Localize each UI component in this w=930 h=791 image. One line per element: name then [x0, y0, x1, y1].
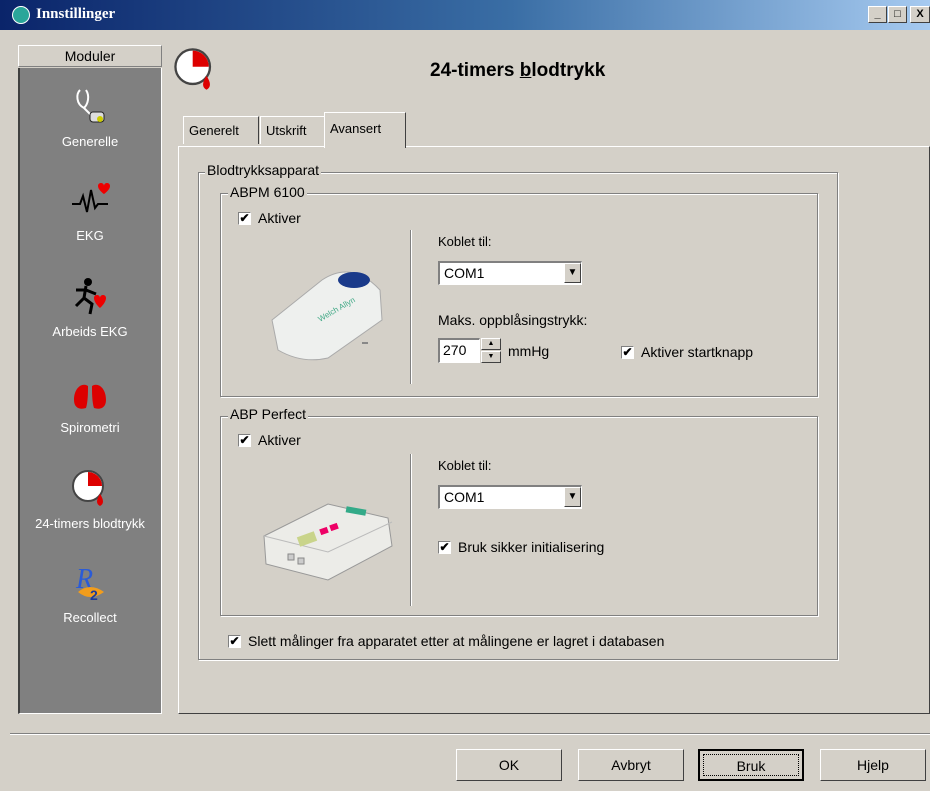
abpm-activate-checkbox[interactable]: ✔: [238, 212, 251, 225]
abpm-startbutton-label: Aktiver startknapp: [641, 344, 754, 360]
page-title: 24-timers blodtrykk: [430, 60, 606, 81]
sidebar-item-label: EKG: [76, 228, 104, 243]
sidebar-item-24-timers-blodtrykk[interactable]: 24-timers blodtrykk: [18, 468, 162, 531]
abpm-device-image: Welch Allyn: [262, 250, 392, 370]
abp-perfect-port-value: COM1: [444, 489, 485, 505]
abp-perfect-activate-checkbox[interactable]: ✔: [238, 434, 251, 447]
bottom-separator: [10, 733, 930, 735]
abpm-connected-label: Koblet til:: [438, 234, 492, 249]
sidebar-item-label: Recollect: [63, 610, 117, 625]
heartbeat-icon: [70, 180, 110, 220]
sidebar-item-recollect[interactable]: R 2 Recollect: [18, 562, 162, 625]
header-clock-drop-icon: [172, 46, 218, 92]
sidebar-item-arbeids-ekg[interactable]: Arbeids EKG: [18, 276, 162, 339]
spin-down-icon[interactable]: ▼: [481, 351, 501, 363]
delete-measurements-checkbox[interactable]: ✔: [228, 635, 241, 648]
abp-perfect-separator: [410, 454, 412, 606]
blodtrykksapparat-group-label: Blodtrykksapparat: [205, 162, 322, 178]
tab-utskrift[interactable]: Utskrift: [260, 116, 326, 144]
app-heart-icon: [12, 6, 30, 24]
abp-perfect-group-label: ABP Perfect: [228, 406, 309, 422]
ok-button[interactable]: OK: [456, 749, 562, 781]
modules-header: Moduler: [18, 45, 162, 67]
abpm-port-value: COM1: [444, 265, 485, 281]
focus-rect: [703, 754, 799, 776]
delete-measurements-label: Slett målinger fra apparatet etter at må…: [248, 633, 665, 649]
abpm-max-pressure-value: 270: [443, 342, 467, 358]
abpm-max-pressure-label: Maks. oppblåsingstrykk:: [438, 312, 588, 328]
abpm-separator: [410, 230, 412, 384]
abpm-activate-label: Aktiver: [258, 210, 301, 226]
sidebar-item-ekg[interactable]: EKG: [18, 180, 162, 243]
abpm-max-pressure-input[interactable]: 270: [438, 338, 480, 363]
stethoscope-icon: [70, 86, 110, 126]
abp-perfect-safe-init-label: Bruk sikker initialisering: [458, 539, 605, 555]
sidebar-item-label: Spirometri: [60, 420, 120, 435]
spin-up-icon[interactable]: ▲: [481, 338, 501, 350]
tab-avansert[interactable]: Avansert: [324, 112, 406, 148]
clock-drop-icon: [70, 468, 110, 508]
apply-button[interactable]: Bruk: [698, 749, 804, 781]
cancel-button[interactable]: Avbryt: [578, 749, 684, 781]
title-bar: [0, 0, 930, 30]
maximize-button[interactable]: □: [888, 6, 907, 23]
tab-generelt[interactable]: Generelt: [183, 116, 259, 144]
close-button[interactable]: X: [910, 6, 930, 23]
abp-perfect-device-image: [258, 486, 398, 586]
minimize-button[interactable]: _: [868, 6, 887, 23]
recollect-logo-icon: R 2: [70, 562, 110, 603]
abp-perfect-port-select[interactable]: COM1 ▼: [438, 485, 582, 509]
abp-perfect-safe-init-checkbox[interactable]: ✔: [438, 541, 451, 554]
abpm-port-select[interactable]: COM1 ▼: [438, 261, 582, 285]
svg-text:2: 2: [90, 587, 98, 602]
window-title: Innstillinger: [36, 6, 116, 22]
chevron-down-icon[interactable]: ▼: [564, 487, 581, 507]
abpm-unit-label: mmHg: [508, 343, 550, 359]
lungs-icon: [70, 372, 110, 412]
help-button[interactable]: Hjelp: [820, 749, 926, 781]
sidebar-item-label: Generelle: [61, 134, 119, 149]
sidebar-item-spirometri[interactable]: Spirometri: [18, 372, 162, 435]
abp-perfect-activate-label: Aktiver: [258, 432, 301, 448]
abp-perfect-connected-label: Koblet til:: [438, 458, 492, 473]
chevron-down-icon[interactable]: ▼: [564, 263, 581, 283]
abpm-group-label: ABPM 6100: [228, 184, 307, 200]
abpm-startbutton-checkbox[interactable]: ✔: [621, 346, 634, 359]
sidebar-item-label: 24-timers blodtrykk: [35, 516, 145, 531]
sidebar-item-generelle[interactable]: Generelle: [18, 86, 162, 149]
sidebar-item-label: Arbeids EKG: [52, 324, 128, 339]
running-heart-icon: [70, 276, 110, 316]
